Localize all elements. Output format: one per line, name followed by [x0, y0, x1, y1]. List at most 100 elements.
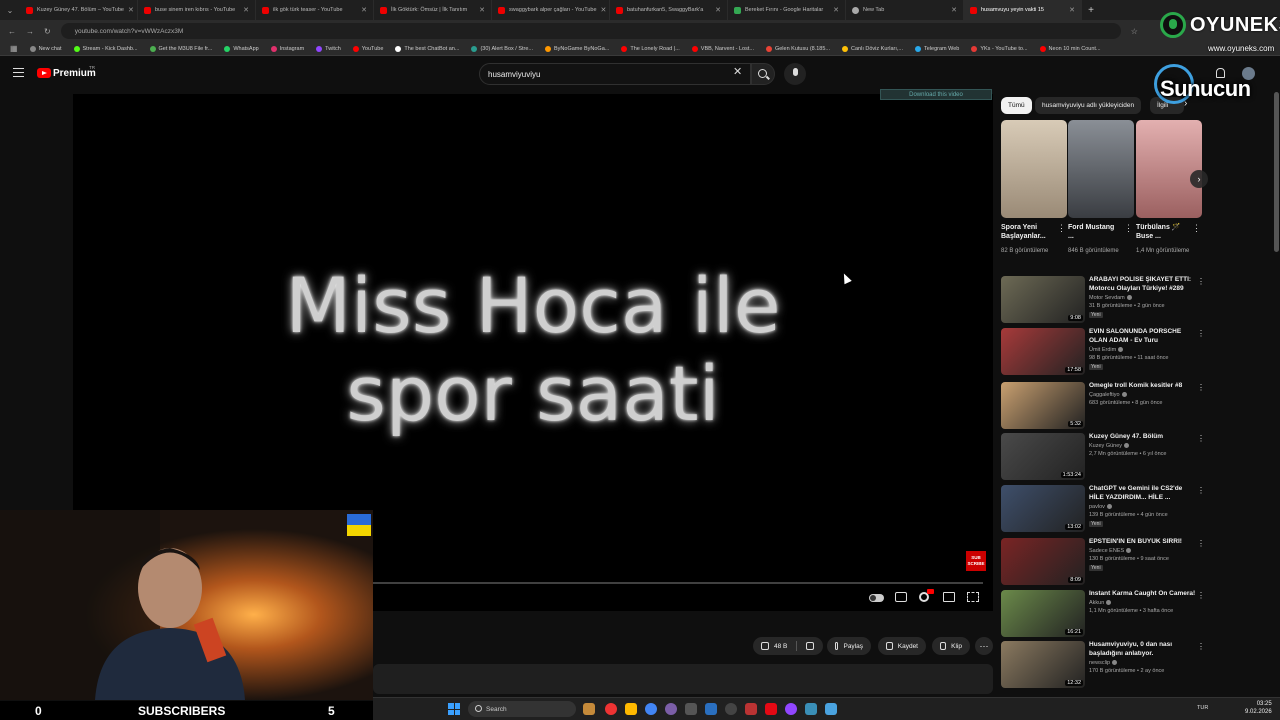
- short-title[interactable]: Türbülans 🪄 Buse ...: [1136, 223, 1190, 241]
- kebab-menu-icon[interactable]: ⋮: [1197, 486, 1205, 495]
- video-thumbnail[interactable]: 1:53:24: [1001, 433, 1085, 480]
- bookmark[interactable]: VBB, Narvent - Lost...: [691, 45, 754, 52]
- app-icon[interactable]: [805, 703, 817, 715]
- thumbs-up-icon[interactable]: [761, 642, 769, 650]
- channel-name[interactable]: Motor Sevdam: [1089, 295, 1132, 301]
- video-thumbnail[interactable]: 16:21: [1001, 590, 1085, 637]
- twitch-icon[interactable]: [785, 703, 797, 715]
- bookmark[interactable]: New chat: [29, 45, 62, 52]
- steam-icon[interactable]: [705, 703, 717, 715]
- search-button[interactable]: [751, 63, 775, 85]
- opera-icon[interactable]: [605, 703, 617, 715]
- video-thumbnail[interactable]: 12:32: [1001, 641, 1085, 688]
- chip-uploader[interactable]: husamviyuviyu adlı yükleyiciden: [1035, 97, 1142, 114]
- tab-search-icon[interactable]: ⌄: [0, 0, 20, 20]
- kebab-menu-icon[interactable]: ⋮: [1197, 383, 1205, 392]
- video-title[interactable]: EVİN SALONUNDA PORSCHE OLAN ADAM - Ev Tu…: [1089, 328, 1197, 345]
- bookmark[interactable]: ByNoGame ByNoGa...: [545, 45, 609, 52]
- thumbs-down-icon[interactable]: [806, 642, 815, 650]
- close-icon[interactable]: ✕: [715, 6, 721, 14]
- browser-tab[interactable]: buse sinem iren kıbrıs - YouTube ✕: [138, 0, 256, 20]
- recommended-video[interactable]: 16:21 Instant Karma Caught On Camera! Akku…: [1001, 590, 1206, 638]
- video-title[interactable]: EPSTEIN'IN EN BÜYÜK SIRRI!: [1089, 538, 1197, 547]
- kebab-menu-icon[interactable]: ⋮: [1197, 434, 1205, 443]
- recommended-video[interactable]: 17:58 EVİN SALONUNDA PORSCHE OLAN ADAM - …: [1001, 328, 1206, 376]
- channel-name[interactable]: Kuzey Güney: [1089, 443, 1130, 449]
- folder-icon[interactable]: [625, 703, 637, 715]
- browser-tab-active[interactable]: husamvuyu yeyin vakti 15 ✕: [964, 0, 1082, 20]
- youtube-logo-icon[interactable]: [37, 68, 51, 78]
- browser-tab[interactable]: İlk Göktürk: Ömsüz | İlk Tanıtım ✕: [374, 0, 492, 20]
- short-card[interactable]: Türbülans 🪄 Buse ... 1,4 Mn görüntüleme …: [1136, 120, 1202, 254]
- close-icon[interactable]: ✕: [243, 6, 249, 14]
- video-title[interactable]: ARABAYI POLİSE ŞİKAYET ETTİ: Motorcu Ola…: [1089, 276, 1197, 293]
- kebab-menu-icon[interactable]: ⋮: [1197, 277, 1205, 286]
- apps-icon[interactable]: ▦: [10, 44, 18, 53]
- back-icon[interactable]: ←: [8, 27, 16, 36]
- scrollbar[interactable]: [1274, 92, 1279, 252]
- close-icon[interactable]: ✕: [361, 6, 367, 14]
- bookmark[interactable]: YKs - YouTube to...: [971, 45, 1028, 52]
- bookmark[interactable]: The Lonely Road |...: [621, 45, 680, 52]
- browser-tab[interactable]: batuhanfurkan5, SwaggyBark'a ✕: [610, 0, 728, 20]
- short-card[interactable]: Spora Yeni Başlayanlar... 82 B görüntüle…: [1001, 120, 1067, 254]
- download-video-button[interactable]: Download this video: [880, 89, 992, 100]
- description-box[interactable]: [373, 664, 993, 694]
- short-card[interactable]: Ford Mustang ... 846 B görüntüleme ⋮: [1068, 120, 1134, 254]
- video-title[interactable]: Husamviyuviyu, 0 dan nası başladığını an…: [1089, 641, 1197, 658]
- windows-start-icon[interactable]: [448, 703, 460, 715]
- recommended-video[interactable]: 5:32 Omegle troll Komik kesitler #8 Çaggal…: [1001, 382, 1206, 430]
- video-thumbnail[interactable]: 17:58: [1001, 328, 1085, 375]
- close-icon[interactable]: ✕: [601, 6, 607, 14]
- clip-button[interactable]: Klip: [932, 637, 970, 655]
- channel-name[interactable]: Akkun: [1089, 600, 1112, 606]
- channel-name[interactable]: Çaggaleftiyo: [1089, 392, 1127, 398]
- close-icon[interactable]: ✕: [128, 6, 134, 14]
- browser-tab[interactable]: swaggybark alper çağları - YouTube ✕: [492, 0, 610, 20]
- kebab-menu-icon[interactable]: ⋮: [1197, 329, 1205, 338]
- search-input[interactable]: husamviyuviyu: [479, 63, 751, 85]
- netflix-icon[interactable]: [765, 703, 777, 715]
- photos-icon[interactable]: [825, 703, 837, 715]
- video-title[interactable]: Omegle troll Komik kesitler #8: [1089, 382, 1197, 391]
- close-icon[interactable]: ✕: [479, 6, 485, 14]
- app-icon[interactable]: [685, 703, 697, 715]
- bookmark[interactable]: Twitch: [316, 45, 341, 52]
- video-thumbnail[interactable]: 5:32: [1001, 382, 1085, 429]
- more-actions-button[interactable]: ⋯: [975, 637, 993, 655]
- recommended-video[interactable]: 13:02 ChatGPT ve Gemini ile CS2'de HİLE Y…: [1001, 485, 1206, 533]
- kebab-menu-icon[interactable]: ⋮: [1197, 539, 1205, 548]
- short-thumbnail[interactable]: [1068, 120, 1134, 218]
- discord-icon[interactable]: [665, 703, 677, 715]
- close-icon[interactable]: ✕: [1069, 6, 1075, 14]
- widget-icon[interactable]: [583, 703, 595, 715]
- video-thumbnail[interactable]: 9:08: [1001, 276, 1085, 323]
- bookmark[interactable]: Telegram Web: [914, 45, 959, 52]
- bookmark[interactable]: (30) Alert Box / Stre...: [471, 45, 533, 52]
- like-dislike-group[interactable]: 48 B: [753, 637, 823, 655]
- bookmark[interactable]: Canlı Döviz Kurları,...: [842, 45, 903, 52]
- kebab-menu-icon[interactable]: ⋮: [1124, 223, 1133, 234]
- bookmark[interactable]: The best ChatBot an...: [395, 45, 459, 52]
- reload-icon[interactable]: ↻: [44, 27, 51, 36]
- clock[interactable]: 03:25 9.02.2026: [1245, 700, 1272, 716]
- forward-icon[interactable]: →: [26, 27, 34, 36]
- close-icon[interactable]: ✕: [951, 6, 957, 14]
- bookmark[interactable]: Get the M3U8 File fr...: [149, 45, 212, 52]
- short-title[interactable]: Ford Mustang ...: [1068, 223, 1122, 241]
- browser-tab[interactable]: Kuzey Güney 47. Bölüm – YouTube ✕: [20, 0, 138, 20]
- kebab-menu-icon[interactable]: ⋮: [1197, 591, 1205, 600]
- calendar-icon[interactable]: [745, 703, 757, 715]
- recommended-video[interactable]: 9:08 ARABAYI POLİSE ŞİKAYET ETTİ: Motorcu…: [1001, 276, 1206, 324]
- bookmark[interactable]: WhatsApp: [224, 45, 259, 52]
- recommended-video[interactable]: 1:53:24 Kuzey Güney 47. Bölüm Kuzey Güney 2…: [1001, 433, 1206, 481]
- url-field[interactable]: youtube.com/watch?v=vWWzAczx3M: [60, 23, 1121, 39]
- bookmark[interactable]: Gelen Kutusu (8.185...: [765, 45, 830, 52]
- bookmark[interactable]: Stream - Kick Dashb...: [73, 45, 138, 52]
- subtitles-icon[interactable]: [895, 592, 907, 602]
- channel-name[interactable]: Sadece ENES: [1089, 548, 1132, 554]
- channel-name[interactable]: newsclip: [1089, 660, 1118, 666]
- video-title[interactable]: Instant Karma Caught On Camera!: [1089, 590, 1197, 599]
- short-title[interactable]: Spora Yeni Başlayanlar...: [1001, 223, 1055, 241]
- chip-all[interactable]: Tümü: [1001, 97, 1032, 114]
